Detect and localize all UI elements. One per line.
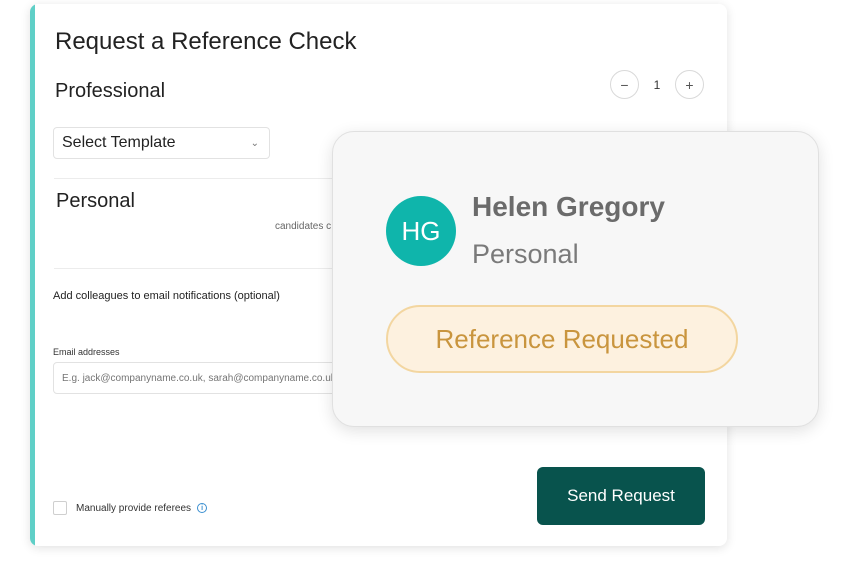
increment-button[interactable]: +	[675, 70, 704, 99]
status-badge: Reference Requested	[386, 305, 738, 373]
manual-referees-checkbox[interactable]	[53, 501, 67, 515]
avatar: HG	[386, 196, 456, 266]
template-select[interactable]: Select Template ⌄	[53, 127, 270, 159]
info-icon[interactable]: i	[197, 503, 208, 513]
send-request-button[interactable]: Send Request	[537, 467, 705, 525]
email-addresses-input[interactable]	[53, 362, 353, 394]
personal-heading: Personal	[56, 190, 135, 212]
referee-status-card: HG Helen Gregory Personal Reference Requ…	[332, 131, 819, 427]
manual-referees-option: Manually provide referees i	[53, 501, 208, 515]
email-addresses-label: Email addresses	[53, 347, 120, 357]
referee-type: Personal	[472, 239, 579, 269]
page-title: Request a Reference Check	[55, 28, 357, 55]
professional-heading: Professional	[55, 80, 166, 102]
chevron-down-icon: ⌄	[250, 137, 259, 149]
referee-name: Helen Gregory	[472, 191, 665, 222]
partial-text: candidates c	[275, 221, 332, 232]
stepper-value: 1	[653, 77, 661, 92]
colleagues-label: Add colleagues to email notifications (o…	[53, 290, 280, 302]
quantity-stepper: − 1 +	[610, 70, 704, 99]
accent-bar	[30, 4, 35, 546]
decrement-button[interactable]: −	[610, 70, 639, 99]
manual-referees-label: Manually provide referees	[76, 502, 192, 514]
template-select-label: Select Template	[62, 134, 176, 151]
